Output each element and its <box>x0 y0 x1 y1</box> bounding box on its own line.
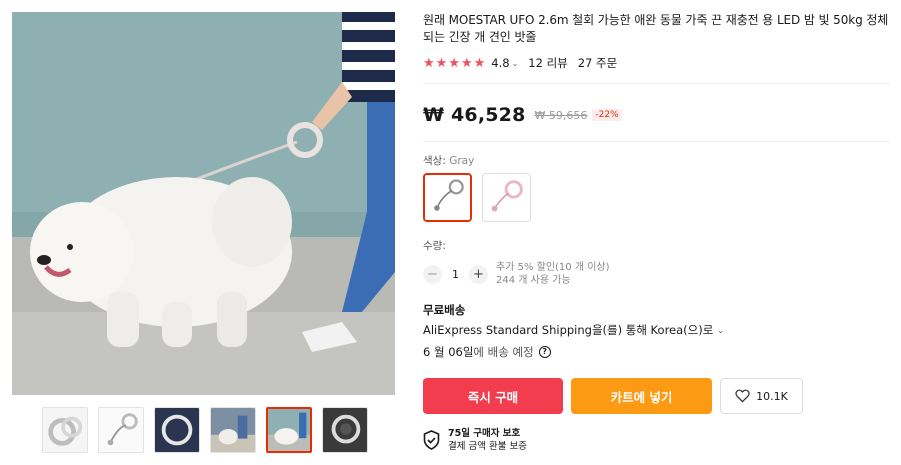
color-label: 색상: Gray <box>423 153 890 167</box>
shipping-title: 무료배송 <box>423 303 466 317</box>
review-count-link[interactable]: 12 리뷰 <box>528 55 567 71</box>
protection-title: 75일 구매자 보호 <box>448 428 521 439</box>
color-value: Gray <box>449 155 475 167</box>
color-label-text: 색상: <box>423 155 450 167</box>
delivery-date: 6 월 06일 <box>423 345 474 359</box>
wishlist-count: 10.1K <box>756 389 788 403</box>
heart-icon <box>735 389 750 403</box>
divider <box>423 83 890 84</box>
original-price: ₩ 59,656 <box>534 108 588 122</box>
quantity-input[interactable]: 1 <box>442 268 469 281</box>
current-price: ₩ 46,528 <box>423 104 526 126</box>
swatch-gray-selected[interactable] <box>423 173 472 222</box>
quantity-label: 수량: <box>423 240 446 252</box>
swatch-pink[interactable] <box>482 173 531 222</box>
discount-badge: -22% <box>592 109 622 121</box>
thumbnail-2[interactable] <box>98 407 144 453</box>
delivery-estimate: 6 월 06일 에 배송 예정 ? <box>423 344 890 360</box>
star-icon: ★ <box>460 55 473 71</box>
thumbnail-4[interactable] <box>210 407 256 453</box>
thumbnail-strip <box>42 407 368 453</box>
quantity-note: 추가 5% 할인(10 개 이상) 244 개 사용 가능 <box>496 261 610 287</box>
buyer-protection: 75일 구매자 보호 결제 금액 환불 보증 <box>423 427 890 453</box>
buyer-protection-text: 75일 구매자 보호 결제 금액 환불 보증 <box>448 427 527 453</box>
thumbnail-3[interactable] <box>154 407 200 453</box>
price-section: ₩ 46,528 ₩ 59,656 -22% <box>423 102 890 128</box>
star-icon: ★ <box>423 55 435 71</box>
quantity-decrease-button[interactable]: − <box>423 264 442 284</box>
wishlist-button[interactable]: 10.1K <box>720 378 803 414</box>
action-buttons: 즉시 구매 카트에 넣기 10.1K <box>423 378 890 414</box>
quantity-increase-button[interactable]: + <box>469 264 488 284</box>
stock-available: 244 개 사용 가능 <box>496 275 571 286</box>
star-icon: ★ <box>448 55 460 71</box>
star-icon: ★ <box>473 55 486 71</box>
thumbnail-5-selected[interactable] <box>266 407 312 453</box>
product-info-panel: 원래 MOESTAR UFO 2.6m 철회 가능한 애완 동물 가죽 끈 재충… <box>423 12 890 453</box>
divider <box>423 141 890 142</box>
product-title: 원래 MOESTAR UFO 2.6m 철회 가능한 애완 동물 가죽 끈 재충… <box>423 13 889 44</box>
shipping-method-selector[interactable]: AliExpress Standard Shipping을(를) 통해 Kore… <box>423 322 890 338</box>
color-swatches <box>423 173 890 222</box>
star-icon: ★ <box>435 55 448 71</box>
buy-now-button[interactable]: 즉시 구매 <box>423 378 563 414</box>
bulk-discount-note: 추가 5% 할인(10 개 이상) <box>496 262 610 273</box>
rating-value[interactable]: 4.8 <box>491 56 509 70</box>
add-to-cart-button[interactable]: 카트에 넣기 <box>571 378 712 414</box>
quantity-stepper: − 1 + 추가 5% 할인(10 개 이상) 244 개 사용 가능 <box>423 261 890 287</box>
delivery-suffix: 에 배송 예정 <box>473 345 534 359</box>
chevron-down-icon[interactable]: ⌄ <box>512 59 519 68</box>
shipping-method[interactable]: AliExpress Standard Shipping을(를) 통해 Kore… <box>423 322 713 338</box>
question-circle-icon[interactable]: ? <box>538 346 551 358</box>
shield-check-icon <box>423 430 440 450</box>
order-count: 27 주문 <box>577 56 618 70</box>
thumbnail-1[interactable] <box>42 407 88 453</box>
review-summary: ★ ★ ★ ★ ★ 4.8 ⌄ 12 리뷰 27 주문 <box>423 55 890 71</box>
thumbnail-6[interactable] <box>322 407 368 453</box>
star-rating[interactable]: ★ ★ ★ ★ ★ <box>423 57 485 70</box>
chevron-down-icon[interactable]: ⌄ <box>717 326 724 335</box>
protection-subtitle: 결제 금액 환불 보증 <box>448 441 527 452</box>
main-product-image[interactable] <box>12 12 395 395</box>
